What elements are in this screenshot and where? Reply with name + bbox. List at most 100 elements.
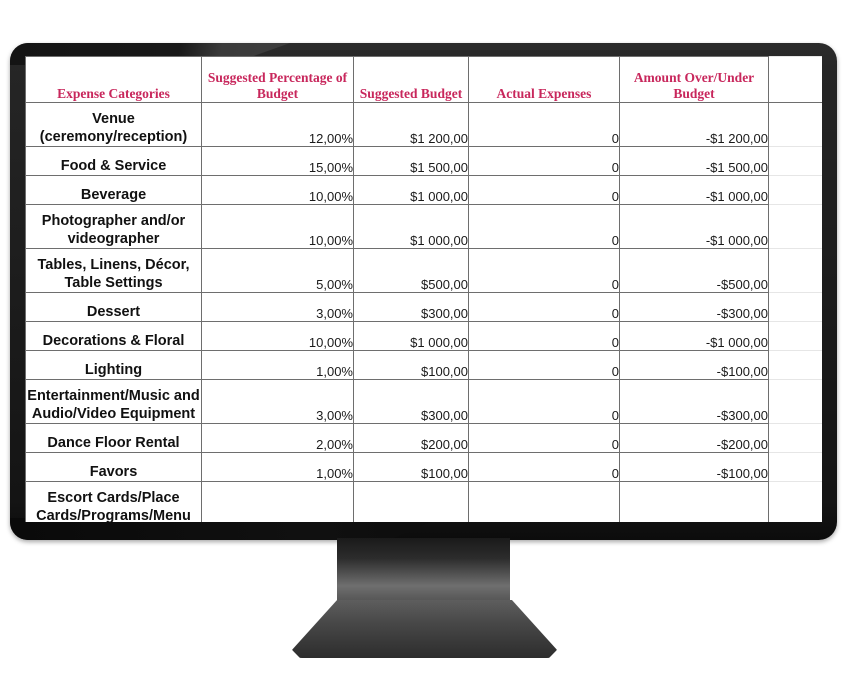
expense-category-cell[interactable]: Favors [25, 452, 202, 482]
expense-category-cell[interactable]: Food & Service [25, 146, 202, 176]
amount-over-under-cell[interactable]: -$100,00 [619, 452, 769, 482]
suggested-budget-cell[interactable]: $100,00 [353, 350, 469, 380]
expense-category-label: Escort Cards/Place [47, 490, 180, 507]
column-header-over-under[interactable]: Amount Over/Under Budget [619, 56, 769, 103]
spare-cell[interactable] [768, 350, 822, 380]
suggested-budget-cell[interactable]: $1 500,00 [353, 146, 469, 176]
suggested-percentage-cell[interactable]: 12,00% [201, 102, 354, 147]
table-row[interactable]: Decorations & Floral 10,00% $1 000,00 0 -$1 … [25, 321, 822, 351]
table-row[interactable]: Beverage 10,00% $1 000,00 0 -$1 000,00 [25, 175, 822, 205]
spare-cell[interactable] [768, 146, 822, 176]
column-header-percentage[interactable]: Suggested Percentage of Budget [201, 56, 354, 103]
amount-over-under-cell[interactable]: -$300,00 [619, 292, 769, 322]
suggested-percentage-cell[interactable]: 10,00% [201, 204, 354, 249]
expense-category-label: Venue [92, 111, 135, 128]
expense-category-cell[interactable]: Escort Cards/Place Cards/Programs/Menu [25, 481, 202, 522]
budget-spreadsheet[interactable]: Expense Categories Suggested Percentage … [25, 56, 822, 522]
amount-over-under-cell[interactable]: -$100,00 [619, 350, 769, 380]
expense-category-label: Table Settings [64, 274, 163, 291]
expense-category-cell[interactable]: Venue (ceremony/reception) [25, 102, 202, 147]
suggested-budget-cell[interactable]: $300,00 [353, 292, 469, 322]
suggested-percentage-cell[interactable]: 2,00% [201, 423, 354, 453]
table-row[interactable]: Photographer and/or videographer 10,00% $1 … [25, 204, 822, 249]
expense-category-cell[interactable]: Photographer and/or videographer [25, 204, 202, 249]
spare-cell[interactable] [768, 102, 822, 147]
suggested-budget-cell[interactable]: $1 000,00 [353, 175, 469, 205]
amount-over-under-cell[interactable]: -$500,00 [619, 248, 769, 293]
expense-category-cell[interactable]: Entertainment/Music and Audio/Video Equip… [25, 379, 202, 424]
table-row[interactable]: Tables, Linens, Décor, Table Settings 5,00… [25, 248, 822, 293]
spare-cell[interactable] [768, 452, 822, 482]
suggested-budget-cell[interactable]: $100,00 [353, 452, 469, 482]
table-row[interactable]: Escort Cards/Place Cards/Programs/Menu [25, 481, 822, 522]
column-header-category[interactable]: Expense Categories [25, 56, 202, 103]
amount-over-under-cell[interactable] [619, 481, 769, 522]
actual-expenses-cell[interactable]: 0 [468, 321, 620, 351]
suggested-percentage-cell[interactable]: 3,00% [201, 292, 354, 322]
actual-expenses-cell[interactable]: 0 [468, 204, 620, 249]
spare-cell[interactable] [768, 379, 822, 424]
actual-expenses-cell[interactable]: 0 [468, 102, 620, 147]
amount-over-under-cell[interactable]: -$1 000,00 [619, 204, 769, 249]
actual-expenses-cell[interactable]: 0 [468, 423, 620, 453]
expense-category-cell[interactable]: Dessert [25, 292, 202, 322]
amount-over-under-cell[interactable]: -$200,00 [619, 423, 769, 453]
table-header-row: Expense Categories Suggested Percentage … [25, 56, 822, 103]
actual-expenses-cell[interactable] [468, 481, 620, 522]
suggested-budget-cell[interactable]: $1 200,00 [353, 102, 469, 147]
expense-category-label: Beverage [80, 186, 147, 203]
table-row[interactable]: Favors 1,00% $100,00 0 -$100,00 [25, 452, 822, 482]
spare-cell[interactable] [768, 292, 822, 322]
expense-category-cell[interactable]: Beverage [25, 175, 202, 205]
column-header-spare[interactable] [768, 56, 822, 103]
table-row[interactable]: Dance Floor Rental 2,00% $200,00 0 -$200,00 [25, 423, 822, 453]
actual-expenses-cell[interactable]: 0 [468, 379, 620, 424]
suggested-percentage-cell[interactable]: 15,00% [201, 146, 354, 176]
suggested-percentage-cell[interactable]: 5,00% [201, 248, 354, 293]
suggested-percentage-cell[interactable]: 10,00% [201, 175, 354, 205]
spare-cell[interactable] [768, 248, 822, 293]
suggested-budget-cell[interactable]: $200,00 [353, 423, 469, 453]
table-row[interactable]: Lighting 1,00% $100,00 0 -$100,00 [25, 350, 822, 380]
suggested-budget-cell[interactable]: $1 000,00 [353, 204, 469, 249]
expense-category-label: (ceremony/reception) [39, 128, 188, 145]
amount-over-under-cell[interactable]: -$1 000,00 [619, 321, 769, 351]
expense-category-cell[interactable]: Decorations & Floral [25, 321, 202, 351]
suggested-percentage-cell[interactable]: 3,00% [201, 379, 354, 424]
spare-cell[interactable] [768, 423, 822, 453]
table-row[interactable]: Entertainment/Music and Audio/Video Equip… [25, 379, 822, 424]
amount-over-under-cell[interactable]: -$1 500,00 [619, 146, 769, 176]
amount-over-under-cell[interactable]: -$1 000,00 [619, 175, 769, 205]
expense-category-label: Cards/Programs/Menu [36, 507, 191, 522]
suggested-budget-cell[interactable]: $500,00 [353, 248, 469, 293]
table-row[interactable]: Dessert 3,00% $300,00 0 -$300,00 [25, 292, 822, 322]
actual-expenses-cell[interactable]: 0 [468, 248, 620, 293]
spare-cell[interactable] [768, 175, 822, 205]
spare-cell[interactable] [768, 481, 822, 522]
amount-over-under-cell[interactable]: -$1 200,00 [619, 102, 769, 147]
suggested-percentage-cell[interactable]: 1,00% [201, 350, 354, 380]
table-row[interactable]: Food & Service 15,00% $1 500,00 0 -$1 500,00 [25, 146, 822, 176]
actual-expenses-cell[interactable]: 0 [468, 146, 620, 176]
expense-category-cell[interactable]: Lighting [25, 350, 202, 380]
actual-expenses-cell[interactable]: 0 [468, 350, 620, 380]
expense-category-label: Dessert [86, 303, 141, 320]
suggested-budget-cell[interactable]: $300,00 [353, 379, 469, 424]
column-header-suggested-budget[interactable]: Suggested Budget [353, 56, 469, 103]
suggested-percentage-cell[interactable]: 1,00% [201, 452, 354, 482]
suggested-percentage-cell[interactable] [201, 481, 354, 522]
spare-cell[interactable] [768, 204, 822, 249]
amount-over-under-cell[interactable]: -$300,00 [619, 379, 769, 424]
actual-expenses-cell[interactable]: 0 [468, 452, 620, 482]
suggested-budget-cell[interactable]: $1 000,00 [353, 321, 469, 351]
expense-category-cell[interactable]: Tables, Linens, Décor, Table Settings [25, 248, 202, 293]
actual-expenses-cell[interactable]: 0 [468, 292, 620, 322]
suggested-percentage-cell[interactable]: 10,00% [201, 321, 354, 351]
suggested-budget-cell[interactable] [353, 481, 469, 522]
actual-expenses-cell[interactable]: 0 [468, 175, 620, 205]
expense-category-cell[interactable]: Dance Floor Rental [25, 423, 202, 453]
spare-cell[interactable] [768, 321, 822, 351]
expense-category-label: Dance Floor Rental [47, 434, 180, 451]
table-row[interactable]: Venue (ceremony/reception) 12,00% $1 200,00… [25, 102, 822, 147]
column-header-actual-expenses[interactable]: Actual Expenses [468, 56, 620, 103]
